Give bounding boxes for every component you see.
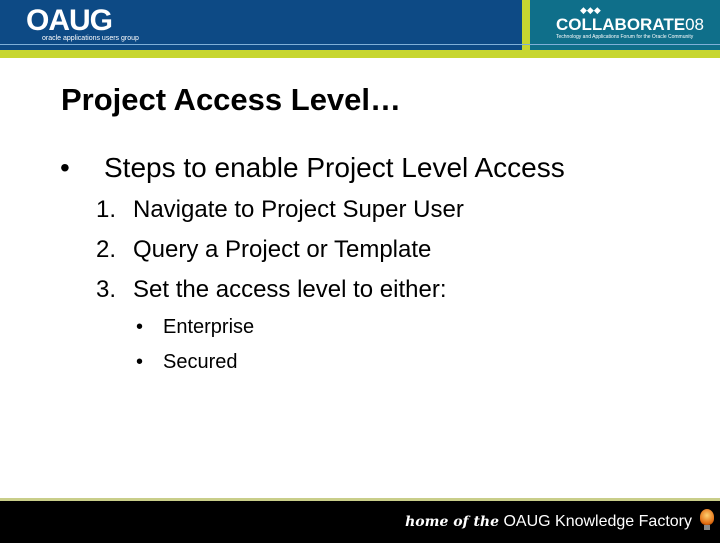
header-divider xyxy=(522,0,530,50)
bullet-icon: • xyxy=(60,152,70,183)
slide-title: Project Access Level… xyxy=(61,82,402,117)
bullet-icon: • xyxy=(136,351,144,373)
oaug-logo: OAUG xyxy=(26,4,113,37)
lightbulb-icon xyxy=(700,509,714,525)
lightbulb-base xyxy=(704,525,710,530)
header-rule xyxy=(0,44,720,45)
step-text: Set the access level to either: xyxy=(133,276,447,303)
collaborate-logo: COLLABORATE08 xyxy=(556,16,704,34)
oaug-tagline: oracle applications users group xyxy=(42,35,139,42)
collaborate-dots-icon: ◆◆◆ xyxy=(580,5,601,15)
collaborate-tagline: Technology and Applications Forum for th… xyxy=(556,34,694,40)
step-number: 3. xyxy=(96,276,117,303)
step-text: Navigate to Project Super User xyxy=(133,196,464,223)
slide-header: OAUG oracle applications users group ◆◆◆… xyxy=(0,0,720,58)
collaborate-year: 08 xyxy=(685,15,704,34)
main-bullet-text: Steps to enable Project Level Access xyxy=(104,152,565,183)
sub-bullet-text: Secured xyxy=(163,351,238,373)
step-number: 1. xyxy=(96,196,117,223)
step-number: 2. xyxy=(96,236,117,263)
footer-text: OAUG Knowledge Factory xyxy=(503,513,692,530)
slide-footer: home of the OAUG Knowledge Factory xyxy=(0,498,720,543)
footer-script-text: home of the xyxy=(405,514,500,530)
header-green-band xyxy=(0,50,720,58)
step-text: Query a Project or Template xyxy=(133,236,432,263)
sub-bullet-text: Enterprise xyxy=(163,316,255,338)
collaborate-word: COLLABORATE xyxy=(556,15,686,34)
footer-tagline: home of the OAUG Knowledge Factory xyxy=(405,513,692,531)
bullet-icon: • xyxy=(136,316,144,338)
